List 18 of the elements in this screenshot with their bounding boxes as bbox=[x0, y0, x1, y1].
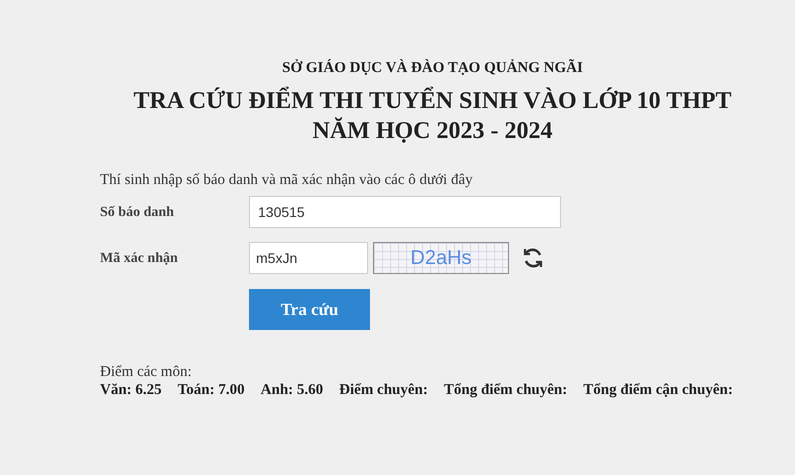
captcha-image: D2aHs bbox=[373, 242, 509, 274]
score-item: Văn: 6.25 bbox=[100, 381, 162, 399]
refresh-icon[interactable] bbox=[521, 246, 545, 270]
department-name: SỞ GIÁO DỤC VÀ ĐÀO TẠO QUẢNG NGÃI bbox=[282, 58, 583, 78]
field-label: Số báo danh bbox=[100, 204, 175, 222]
score-item: Anh: 5.60 bbox=[260, 381, 324, 399]
captcha-input[interactable]: m5xJn bbox=[249, 242, 368, 274]
page-title: TRA CỨU ĐIỂM THI TUYỂN SINH VÀO LỚP 10 THPT bbox=[133, 86, 732, 116]
instruction-text: Thí sinh nhập số báo danh và mã xác nhận vào các ô dưới đây bbox=[100, 171, 474, 190]
score-item: Điểm chuyên: bbox=[339, 381, 428, 399]
score-item: Tổng điểm chuyên: bbox=[444, 381, 568, 399]
field-label: Mã xác nhận bbox=[100, 250, 179, 268]
search-button[interactable]: Tra cứu bbox=[249, 289, 370, 330]
page-title: NĂM HỌC 2023 - 2024 bbox=[312, 116, 552, 146]
score-item: Tổng điểm cận chuyên: bbox=[583, 381, 733, 399]
score-item: Toán: 7.00 bbox=[178, 381, 245, 399]
candidate-number-input[interactable]: 130515 bbox=[249, 196, 561, 228]
scores-heading: Điểm các môn: bbox=[100, 363, 193, 381]
